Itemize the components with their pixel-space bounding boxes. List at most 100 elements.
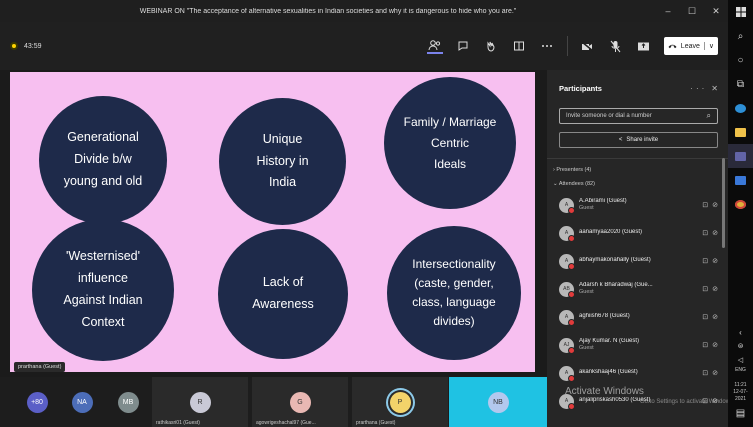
avatar: G	[289, 391, 311, 413]
invite-placeholder: Invite someone or dial a number	[566, 113, 652, 119]
participant-tile-g[interactable]: G agowrigeshachal97 (Gue...	[252, 377, 348, 427]
share-invite-label: Share invite	[626, 137, 659, 143]
attendee-list: A A.Abirami (Guest) Guest ⊡⊘ A aanamyaa20…	[547, 191, 728, 415]
participant-tile-mb[interactable]: MB	[113, 377, 143, 427]
store-icon[interactable]	[728, 168, 753, 192]
list-item[interactable]: AJ Ajay Kumar. N (Guest) Guest ⊡⊘	[547, 331, 728, 359]
participant-name: Adarsh k Bharadwaj (Gue...	[579, 281, 653, 288]
panel-close-button[interactable]: ✕	[711, 84, 718, 93]
reactions-icon[interactable]	[483, 38, 499, 54]
presenters-section-label: Presenters (4)	[556, 167, 592, 173]
avatar: MB	[117, 391, 139, 413]
share-screen-icon[interactable]	[636, 38, 652, 54]
clock-time[interactable]: 11:21	[734, 382, 746, 389]
cortana-icon[interactable]: ○	[728, 48, 753, 72]
participant-name: akankshaaj46 (Guest)	[579, 369, 638, 376]
presenters-section-toggle[interactable]: › Presenters (4)	[547, 159, 728, 173]
avatar: P	[389, 391, 411, 413]
chat-icon[interactable]	[455, 38, 471, 54]
network-icon[interactable]: ⊜	[728, 339, 753, 353]
panel-scrollbar[interactable]	[722, 158, 725, 248]
slide-circle-text: Intersectionality (caste, gender, class,…	[412, 256, 496, 329]
participant-role: Guest	[579, 205, 594, 212]
window-title: WEBINAR ON "The acceptance of alternativ…	[139, 7, 517, 15]
participants-title: Participants	[559, 84, 602, 93]
participant-tile-name: agowrigeshachal97 (Gue...	[256, 420, 316, 426]
list-item[interactable]: A A.Abirami (Guest) Guest ⊡⊘	[547, 191, 728, 219]
minimize-button[interactable]: –	[656, 6, 680, 16]
notifications-icon[interactable]: ▤	[728, 403, 753, 423]
phone-hangup-icon	[668, 44, 677, 49]
close-window-button[interactable]: ✕	[704, 6, 728, 17]
toolbar-divider	[566, 36, 568, 56]
chevron-up-icon[interactable]: ‹	[728, 325, 753, 339]
avatar: NB	[487, 391, 509, 413]
list-item[interactable]: A akankshaaj46 (Guest) ⊡⊘	[547, 359, 728, 387]
slide-circle-intersectionality: Intersectionality (caste, gender, class,…	[387, 226, 521, 360]
language-indicator[interactable]: ENG	[735, 367, 746, 374]
leave-options-dropdown[interactable]: ∨	[703, 42, 714, 50]
presenter-name-chip: prarthana (Guest)	[14, 362, 66, 372]
search-icon: ⌕	[706, 111, 711, 120]
slide-circle-generational-divide: Generational Divide b/w young and old	[39, 96, 167, 224]
leave-button[interactable]: Leave ∨	[663, 37, 718, 55]
participant-role: Guest	[579, 289, 594, 296]
leave-button-label: Leave	[680, 42, 700, 50]
window-titlebar: WEBINAR ON "The acceptance of alternativ…	[0, 0, 728, 22]
participants-icon[interactable]	[426, 38, 443, 54]
teams-app-icon[interactable]	[728, 144, 753, 168]
participant-role: Guest	[579, 345, 594, 352]
share-invite-button[interactable]: < Share invite	[559, 132, 718, 148]
avatar: A	[559, 365, 575, 382]
participant-tile-name: rathikasri01 (Guest)	[156, 420, 200, 426]
avatar: NA	[71, 391, 93, 413]
participant-tile-nb[interactable]: NB	[449, 377, 547, 427]
participant-name: A.Abirami (Guest)	[579, 197, 627, 204]
participant-tile-p-speaking[interactable]: P prarthana (Guest)	[352, 377, 448, 427]
toolbar-controls: Leave ∨	[426, 36, 718, 56]
avatar: AB	[559, 281, 575, 298]
avatar: A	[559, 197, 575, 214]
participant-tile-r[interactable]: R rathikasri01 (Guest)	[152, 377, 248, 427]
start-windows-icon[interactable]	[728, 0, 753, 24]
meeting-timer: 43:59	[10, 42, 42, 50]
slide-circle-text: Family / Marriage Centric Ideals	[403, 114, 497, 171]
meeting-toolbar: 43:59 Leave ∨	[0, 22, 728, 70]
participant-name: aanamyaa2020 (Guest)	[579, 229, 643, 236]
maximize-button[interactable]: ☐	[680, 6, 704, 17]
more-options-icon[interactable]	[539, 38, 555, 54]
camera-muted-icon: ⊡⊘	[702, 230, 722, 237]
list-item[interactable]: A aghiish678 (Guest) ⊡⊘	[547, 303, 728, 331]
windows-taskbar: ⌕ ○ ⧉ ‹ ⊜ ◁ ENG 11:21 12-07-2021 ▤	[728, 0, 753, 427]
microphone-off-icon[interactable]	[608, 38, 624, 54]
rooms-icon[interactable]	[511, 38, 527, 54]
chrome-icon[interactable]	[728, 192, 753, 216]
invite-input[interactable]: Invite someone or dial a number ⌕	[559, 108, 718, 124]
list-item[interactable]: A abhaymakonahally (Guest) ⊡⊘	[547, 247, 728, 275]
search-icon[interactable]: ⌕	[728, 24, 753, 48]
file-explorer-icon[interactable]	[728, 120, 753, 144]
panel-more-button[interactable]: ···	[690, 84, 707, 93]
camera-muted-icon: ⊡⊘	[702, 258, 722, 265]
camera-muted-icon: ⊡⊘	[702, 314, 722, 321]
list-item[interactable]: AB Adarsh k Bharadwaj (Gue... Guest ⊡⊘	[547, 275, 728, 303]
participant-tile-na[interactable]: NA	[67, 377, 97, 427]
camera-muted-icon: ⊡⊘	[702, 202, 722, 209]
teams-meeting-window: WEBINAR ON "The acceptance of alternativ…	[0, 0, 753, 427]
slide-circle-text: Unique History in India	[256, 131, 309, 190]
list-item[interactable]: A aanamyaa2020 (Guest) ⊡⊘	[547, 219, 728, 247]
attendees-section-toggle[interactable]: ⌄ Attendees (82)	[547, 173, 728, 187]
participant-name: Ajay Kumar. N (Guest)	[579, 337, 640, 344]
overflow-participants-tile[interactable]: +80	[22, 377, 52, 427]
slide-circle-text: 'Westernised' influence Against Indian C…	[63, 249, 143, 329]
camera-off-icon[interactable]	[580, 38, 596, 54]
overflow-count-avatar: +80	[26, 391, 48, 413]
camera-muted-icon: ⊡⊘	[702, 286, 722, 293]
avatar: AJ	[559, 337, 575, 354]
edge-browser-icon[interactable]	[728, 96, 753, 120]
participant-name: aghiish678 (Guest)	[579, 313, 630, 320]
clock-date[interactable]: 12-07-2021	[728, 389, 753, 403]
volume-icon[interactable]: ◁	[728, 353, 753, 367]
task-view-icon[interactable]: ⧉	[728, 72, 753, 96]
participants-header: Participants ··· ✕	[547, 70, 728, 93]
